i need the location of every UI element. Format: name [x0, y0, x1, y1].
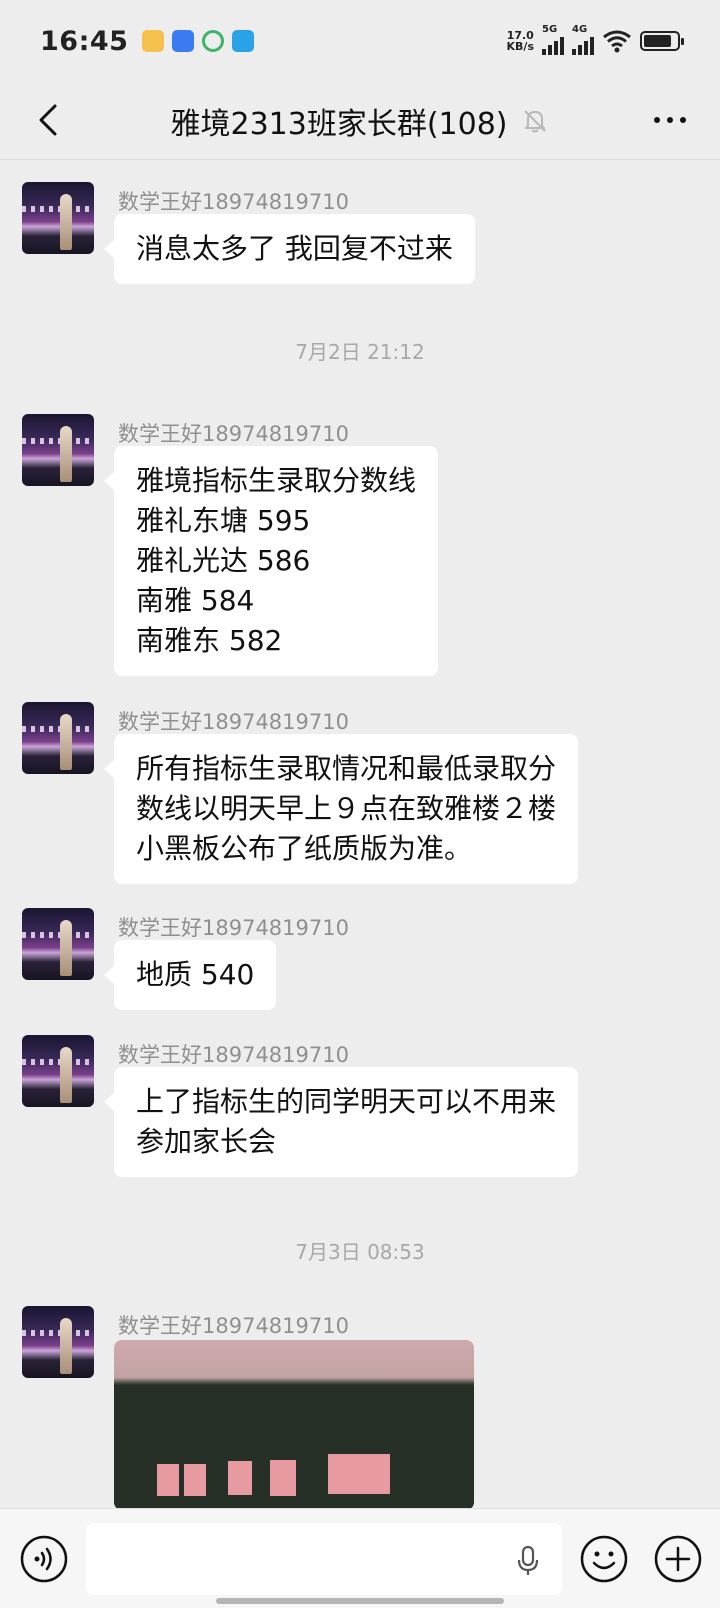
add-attachment-button[interactable]	[652, 1533, 704, 1585]
message-text: 地质 540	[136, 958, 255, 991]
back-button[interactable]	[28, 100, 68, 140]
signal-4g-icon: 4G	[572, 24, 594, 55]
voice-mode-button[interactable]	[18, 1533, 70, 1585]
voice-wave-icon	[20, 1535, 68, 1583]
message-input[interactable]	[86, 1523, 562, 1595]
chat-timestamp: 7月3日 08:53	[295, 1240, 425, 1264]
chat-timestamp: 7月2日 21:12	[295, 340, 425, 364]
photo-paper-sheet	[184, 1464, 206, 1496]
signal-4g-label: 4G	[572, 24, 588, 35]
message-text: 上了指标生的同学明天可以不用来	[136, 1085, 557, 1118]
recycle-notification-icon	[202, 30, 225, 52]
more-options-button[interactable]	[646, 100, 694, 140]
sender-avatar[interactable]	[22, 702, 94, 774]
message-bubble[interactable]: 雅境指标生录取分数线 雅礼东塘 595 雅礼光达 586 南雅 584 南雅东 …	[103, 446, 439, 676]
sender-name: 数学王好18974819710	[118, 1314, 349, 1338]
mute-bell-icon	[522, 107, 550, 135]
message-text: 雅礼光达 586	[136, 544, 311, 577]
sender-name: 数学王好18974819710	[118, 916, 349, 940]
status-time: 16:45	[40, 25, 129, 57]
battery-fill	[644, 35, 672, 47]
sender-name: 数学王好18974819710	[118, 1043, 349, 1067]
status-bar: 16:45 17.0 KB/s 5G 4G	[0, 0, 720, 82]
sender-name: 数学王好18974819710	[118, 710, 349, 734]
network-speed: 17.0 KB/s	[507, 30, 534, 52]
more-dots-icon	[654, 117, 686, 123]
message-text: 小黑板公布了纸质版为准。	[136, 832, 473, 865]
signal-5g-icon: 5G	[542, 24, 564, 55]
message-bubble[interactable]: 地质 540	[103, 940, 277, 1010]
message-bubble[interactable]: 上了指标生的同学明天可以不用来 参加家长会	[103, 1067, 579, 1177]
chat-header: 雅境2313班家长群(108)	[0, 82, 720, 160]
sender-avatar[interactable]	[22, 908, 94, 980]
message-bubble[interactable]: 消息太多了 我回复不过来	[104, 214, 475, 284]
emoji-button[interactable]	[578, 1533, 630, 1585]
message-text: 所有指标生录取情况和最低录取分	[136, 752, 557, 785]
image-message[interactable]	[114, 1340, 474, 1510]
app-notification-icon	[172, 30, 195, 52]
battery-icon	[640, 31, 684, 51]
sender-name: 数学王好18974819710	[118, 190, 349, 214]
chat-input-bar	[0, 1508, 720, 1608]
chat-title: 雅境2313班家长群(108)	[170, 106, 508, 142]
message-text: 参加家长会	[136, 1125, 277, 1158]
message-bubble[interactable]: 所有指标生录取情况和最低录取分 数线以明天早上９点在致雅楼２楼 小黑板公布了纸质…	[103, 734, 579, 884]
sender-avatar[interactable]	[22, 1306, 94, 1378]
message-text: 数线以明天早上９点在致雅楼２楼	[136, 792, 557, 825]
message-text: 南雅 584	[136, 584, 255, 617]
sender-avatar[interactable]	[22, 414, 94, 486]
plus-icon	[654, 1535, 702, 1583]
signal-5g-label: 5G	[542, 24, 558, 35]
chevron-left-icon	[39, 104, 57, 136]
sender-avatar[interactable]	[22, 1035, 94, 1107]
wifi-icon	[603, 30, 631, 53]
smiley-icon	[580, 1535, 628, 1583]
sender-avatar[interactable]	[22, 182, 94, 254]
message-text: 雅礼东塘 595	[136, 504, 311, 537]
microphone-icon	[517, 1545, 539, 1575]
photo-paper-sheet	[228, 1461, 252, 1495]
photo-paper-sheet	[157, 1464, 179, 1496]
message-text: 雅境指标生录取分数线	[136, 464, 417, 497]
notification-icons	[142, 30, 255, 52]
message-text: 消息太多了 我回复不过来	[136, 232, 453, 265]
microphone-button[interactable]	[512, 1545, 544, 1577]
network-speed-unit: KB/s	[506, 40, 534, 53]
photo-paper-sheet	[328, 1454, 390, 1494]
message-text: 南雅东 582	[136, 624, 283, 657]
sender-name: 数学王好18974819710	[118, 422, 349, 446]
home-indicator	[216, 1598, 504, 1604]
app-notification-icon	[232, 30, 255, 52]
app-notification-icon	[142, 30, 165, 52]
photo-paper-sheet	[270, 1460, 296, 1496]
